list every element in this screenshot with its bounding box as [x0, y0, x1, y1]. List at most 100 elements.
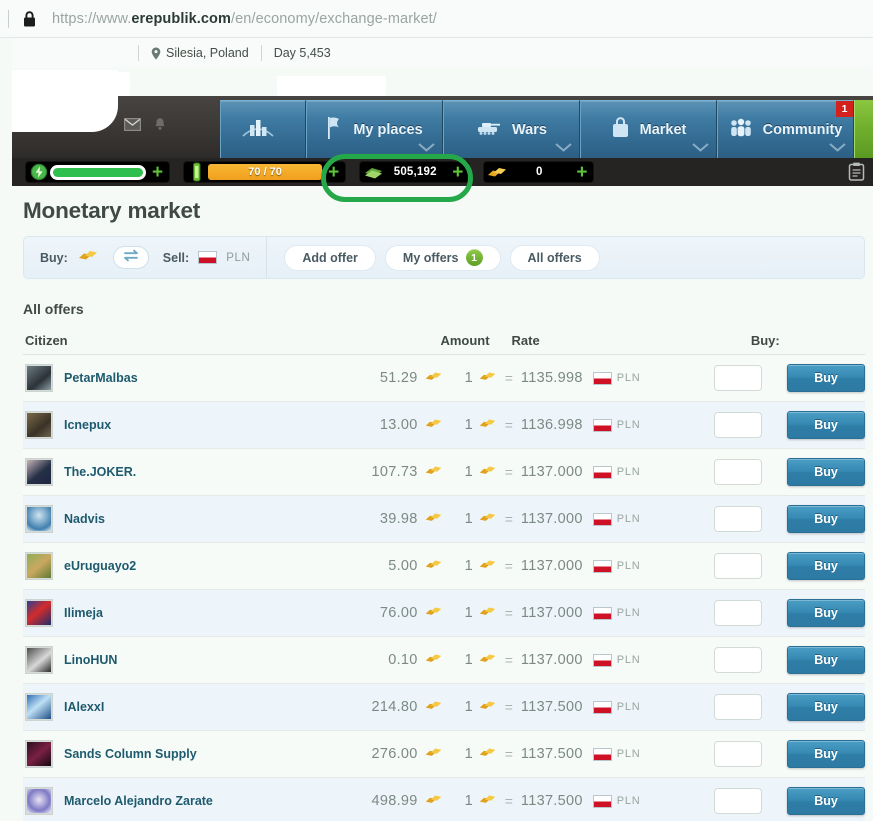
clipboard-icon[interactable]: [848, 162, 865, 186]
gold-bars-icon: [77, 247, 99, 268]
buy-button[interactable]: Buy: [787, 693, 865, 721]
buy-button[interactable]: Buy: [787, 505, 865, 533]
avatar[interactable]: [25, 505, 53, 533]
avatar[interactable]: [25, 364, 53, 392]
cell-citizen: The.JOKER.: [23, 458, 309, 486]
my-offers-button[interactable]: My offers 1: [384, 244, 501, 271]
quantity-input[interactable]: [713, 788, 762, 814]
energy-plus-button[interactable]: +: [152, 163, 163, 182]
swap-currencies-button[interactable]: [112, 246, 149, 269]
cell-amount: 13.00: [309, 416, 443, 435]
section-title: All offers: [23, 301, 84, 317]
citizen-name-link[interactable]: Ilimeja: [64, 606, 103, 620]
citizen-name-link[interactable]: Marcelo Alejandro Zarate: [64, 794, 213, 808]
buy-button[interactable]: Buy: [787, 458, 865, 486]
gold-bars-icon: [424, 651, 443, 670]
cell-citizen: Marcelo Alejandro Zarate: [23, 787, 309, 815]
avatar[interactable]: [25, 693, 53, 721]
amount-value: 0.10: [388, 652, 418, 668]
add-offer-button[interactable]: Add offer: [284, 244, 376, 271]
energy-icon: [28, 163, 50, 181]
cell-citizen: Icnepux: [23, 411, 309, 439]
quantity-input[interactable]: [713, 506, 762, 532]
quantity-input[interactable]: [713, 600, 762, 626]
all-offers-button[interactable]: All offers: [509, 244, 600, 271]
cell-rate: 1 = 1137.500 PLN: [443, 792, 671, 811]
rate-equals-sign: =: [504, 793, 513, 809]
citizen-name-link[interactable]: LinoHUN: [64, 653, 117, 667]
avatar[interactable]: [25, 787, 53, 815]
buy-button[interactable]: Buy: [787, 787, 865, 815]
avatar[interactable]: [25, 411, 53, 439]
rate-currency-code: PLN: [616, 560, 641, 572]
quantity-input[interactable]: [713, 412, 762, 438]
amount-value: 214.80: [371, 699, 418, 715]
buy-button[interactable]: Buy: [787, 740, 865, 768]
citizen-name-link[interactable]: PetarMalbas: [64, 371, 138, 385]
avatar[interactable]: [25, 552, 53, 580]
avatar[interactable]: [25, 740, 53, 768]
buy-button[interactable]: Buy: [787, 552, 865, 580]
nav-tab-community[interactable]: Community 1: [717, 100, 854, 158]
gold-bars-icon: [478, 651, 497, 670]
amount-value: 276.00: [371, 746, 418, 762]
buy-button[interactable]: Buy: [787, 599, 865, 627]
stat-xp[interactable]: 70 / 70 +: [183, 161, 347, 183]
cell-amount: 498.99: [309, 792, 443, 811]
cell-action: Buy: [787, 411, 865, 439]
citizen-name-link[interactable]: Sands Column Supply: [64, 747, 197, 761]
citizen-name-link[interactable]: Nadvis: [64, 512, 105, 526]
avatar[interactable]: [25, 599, 53, 627]
url-text[interactable]: https://www.erepublik.com/en/economy/exc…: [52, 11, 437, 27]
nav-tab-wars[interactable]: Wars: [443, 100, 580, 158]
nav-tab-market[interactable]: Market: [580, 100, 717, 158]
quantity-input[interactable]: [713, 553, 762, 579]
quantity-input[interactable]: [713, 647, 762, 673]
amount-value: 51.29: [379, 370, 418, 386]
nav-tab-currency[interactable]: [854, 100, 873, 158]
avatar[interactable]: [25, 458, 53, 486]
citizen-name-link[interactable]: eUruguayo2: [64, 559, 136, 573]
chevron-down-icon: [692, 140, 709, 156]
citizen-name-link[interactable]: The.JOKER.: [64, 465, 136, 479]
buy-button[interactable]: Buy: [787, 364, 865, 392]
quantity-input[interactable]: [713, 459, 762, 485]
buy-button[interactable]: Buy: [787, 646, 865, 674]
nav-quick-icons: [124, 117, 166, 136]
redacted-topright-block: [277, 76, 386, 96]
stat-currency[interactable]: 505,192 +: [359, 161, 471, 183]
flag-poland-icon: [592, 465, 612, 479]
cell-amount: 107.73: [309, 463, 443, 482]
cell-amount: 214.80: [309, 698, 443, 717]
browser-url-bar[interactable]: https://www.erepublik.com/en/economy/exc…: [0, 0, 873, 38]
envelope-icon[interactable]: [124, 117, 142, 136]
swap-arrows-icon: [122, 249, 140, 267]
stat-gold[interactable]: 0 +: [483, 161, 595, 183]
cell-quantity: [671, 741, 787, 767]
citizen-name-link[interactable]: Icnepux: [64, 418, 111, 432]
url-bar-divider: [8, 9, 9, 28]
gold-value: 0: [536, 166, 543, 178]
stat-energy[interactable]: +: [25, 161, 171, 183]
tank-icon: [476, 119, 502, 140]
location-indicator[interactable]: Silesia, Poland: [151, 46, 249, 60]
nav-tab-home[interactable]: [220, 100, 306, 158]
redacted-username-block: [12, 72, 130, 96]
quantity-input[interactable]: [713, 694, 762, 720]
gold-bars-icon: [424, 557, 443, 576]
nav-tab-list: My places Wars Market Community 1: [220, 96, 873, 158]
citizen-name-link[interactable]: IAlexxI: [64, 700, 104, 714]
xp-plus-button[interactable]: +: [328, 163, 339, 182]
cell-quantity: [671, 788, 787, 814]
currency-plus-button[interactable]: +: [452, 163, 463, 182]
buy-button[interactable]: Buy: [787, 411, 865, 439]
nav-tab-my-places[interactable]: My places: [306, 100, 443, 158]
quantity-input[interactable]: [713, 365, 762, 391]
avatar[interactable]: [25, 646, 53, 674]
nav-tab-market-label: Market: [639, 121, 687, 138]
quantity-input[interactable]: [713, 741, 762, 767]
flag-icon: [326, 116, 343, 144]
add-offer-label: Add offer: [302, 250, 358, 265]
gold-plus-button[interactable]: +: [576, 163, 587, 182]
bell-icon[interactable]: [154, 117, 166, 136]
